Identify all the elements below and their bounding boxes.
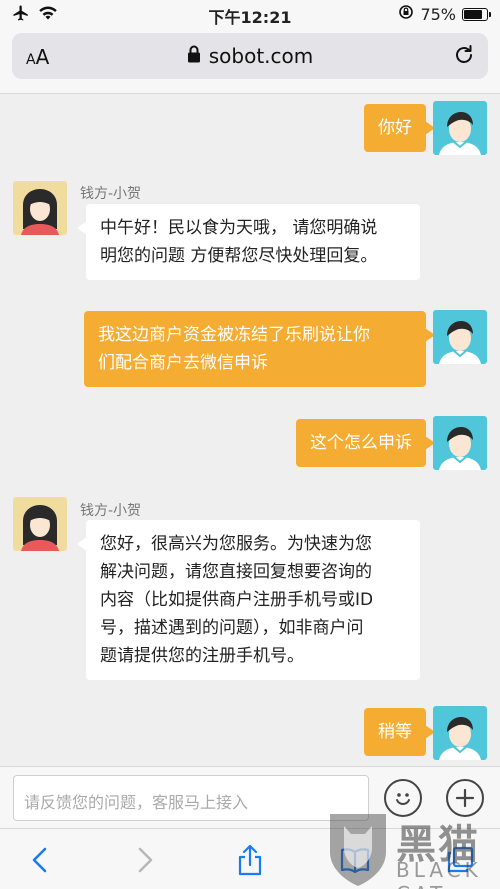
url-text[interactable]: sobot.com (209, 44, 314, 68)
status-bar: 下午12:21 75% (0, 0, 500, 28)
address-bar[interactable]: AA sobot.com (12, 33, 488, 79)
chevron-right-icon (138, 847, 153, 873)
agent-avatar (13, 497, 67, 551)
user-avatar (433, 416, 487, 470)
agent-message: 中午好！民以食为天哦， 请您明确说 明您的问题 方便帮您尽快处理回复。 (77, 204, 420, 280)
cat-shield-logo-icon (330, 814, 386, 886)
browser-address-area: AA sobot.com (0, 28, 500, 94)
forward-button[interactable] (128, 843, 162, 877)
back-button[interactable] (23, 843, 57, 877)
battery-icon (462, 7, 491, 21)
user-avatar (433, 101, 487, 155)
share-icon (238, 844, 262, 876)
chevron-left-icon (32, 847, 47, 873)
user-message: 我这边商户资金被冻结了乐刷说让你 们配合商户去微信申诉 (84, 311, 435, 387)
agent-name: 钱方-小贺 (80, 503, 142, 519)
share-button[interactable] (233, 843, 267, 877)
message-input[interactable]: 请反馈您的问题，客服马上接入 (13, 775, 369, 821)
battery-percent: 75% (420, 4, 456, 24)
blackcat-watermark: 黑猫 BLACK CAT (318, 806, 500, 889)
agent-name: 钱方-小贺 (80, 186, 142, 202)
user-message: 稍等 (364, 708, 435, 756)
agent-avatar (13, 181, 67, 235)
user-avatar (433, 310, 487, 364)
agent-message: 您好，很高兴为您服务。为快速为您 解决问题，请您直接回复想要咨询的 内容（比如提… (77, 520, 420, 680)
lock-icon (187, 44, 201, 68)
orientation-lock-icon (398, 4, 414, 24)
user-avatar (433, 706, 487, 760)
watermark-subtext: BLACK CAT (396, 858, 482, 889)
chat-area[interactable]: 你好 钱方-小贺 中午好！民以食为天哦， 请您明确说 明您的问题 方便帮您尽快处… (0, 94, 500, 766)
reload-icon[interactable] (452, 43, 476, 71)
user-message: 这个怎么申诉 (296, 419, 435, 467)
user-message: 你好 (364, 104, 435, 152)
